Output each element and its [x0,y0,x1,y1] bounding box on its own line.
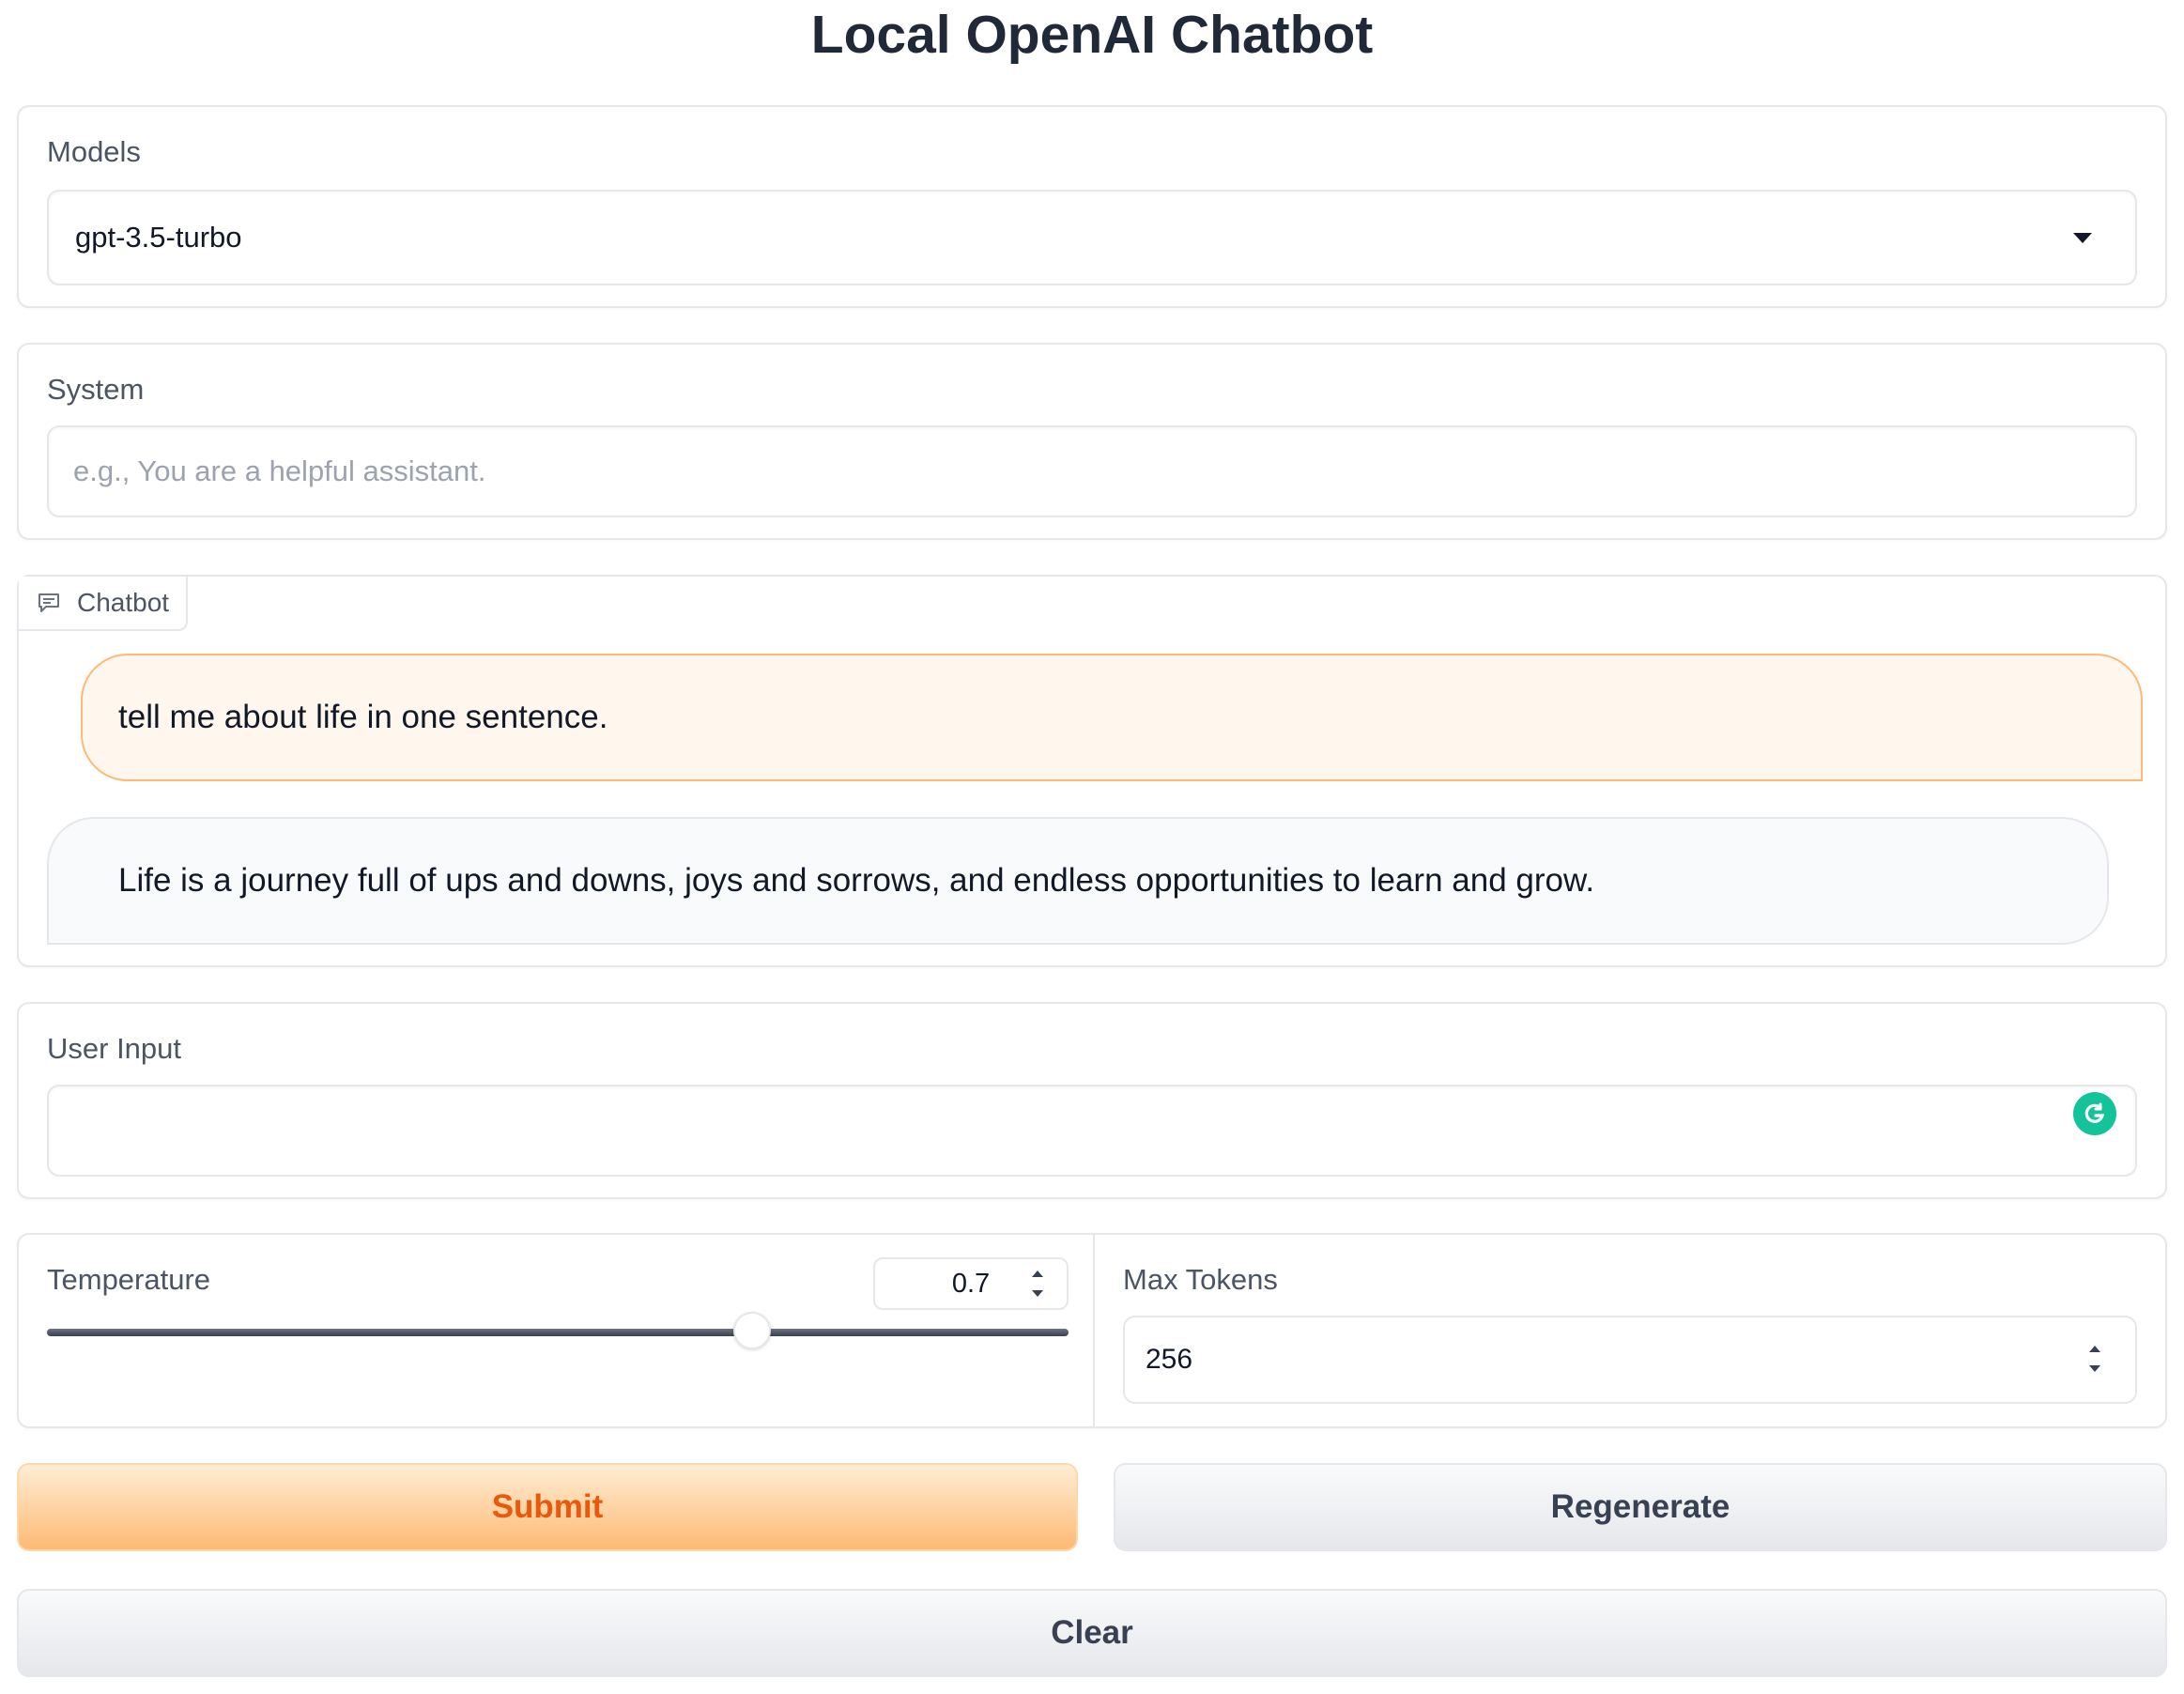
chatbot-tab-label: Chatbot [77,588,170,617]
models-label: Models [47,135,141,168]
temperature-slider-thumb[interactable] [732,1312,771,1349]
system-input[interactable] [47,425,2137,517]
user-input-label: User Input [47,1032,182,1065]
temperature-stepper-icon[interactable] [1031,1270,1044,1297]
user-input-block: User Input [17,1002,2167,1199]
assistant-message: Life is a journey full of ups and downs,… [47,817,2109,945]
max-tokens-panel: Max Tokens 256 [1095,1235,2165,1426]
max-tokens-input[interactable]: 256 [1123,1316,2137,1404]
assistant-message-text: Life is a journey full of ups and downs,… [118,862,1595,899]
parameters-block: Temperature 0.7 Max Tokens 256 [17,1233,2167,1428]
regenerate-button[interactable]: Regenerate [1114,1463,2167,1551]
temperature-value: 0.7 [951,1268,991,1299]
system-label: System [47,373,145,406]
chevron-down-icon [2073,233,2092,243]
chat-icon [38,593,59,612]
chatbot-block: Chatbot tell me about life in one senten… [17,575,2167,967]
user-message-text: tell me about life in one sentence. [118,699,608,735]
temperature-label: Temperature [47,1263,211,1296]
chatbot-tab: Chatbot [19,577,188,631]
app-page: Local OpenAI Chatbot Models gpt-3.5-turb… [0,0,2184,1694]
max-tokens-value: 256 [1146,1344,1193,1375]
max-tokens-label: Max Tokens [1123,1263,1278,1296]
page-title: Local OpenAI Chatbot [810,5,1374,65]
clear-button[interactable]: Clear [17,1589,2167,1677]
temperature-panel: Temperature 0.7 [19,1235,1095,1426]
models-selected-value: gpt-3.5-turbo [75,221,242,254]
submit-button[interactable]: Submit [17,1463,1078,1551]
temperature-slider[interactable] [47,1312,1069,1349]
system-block: System [17,343,2167,540]
grammarly-icon[interactable] [2073,1092,2116,1135]
models-block: Models gpt-3.5-turbo [17,105,2167,308]
user-input-field[interactable] [47,1085,2137,1177]
max-tokens-stepper-icon[interactable] [2088,1346,2101,1372]
user-message: tell me about life in one sentence. [81,654,2143,781]
temperature-number-input[interactable]: 0.7 [873,1257,1069,1310]
models-dropdown[interactable]: gpt-3.5-turbo [47,190,2137,285]
